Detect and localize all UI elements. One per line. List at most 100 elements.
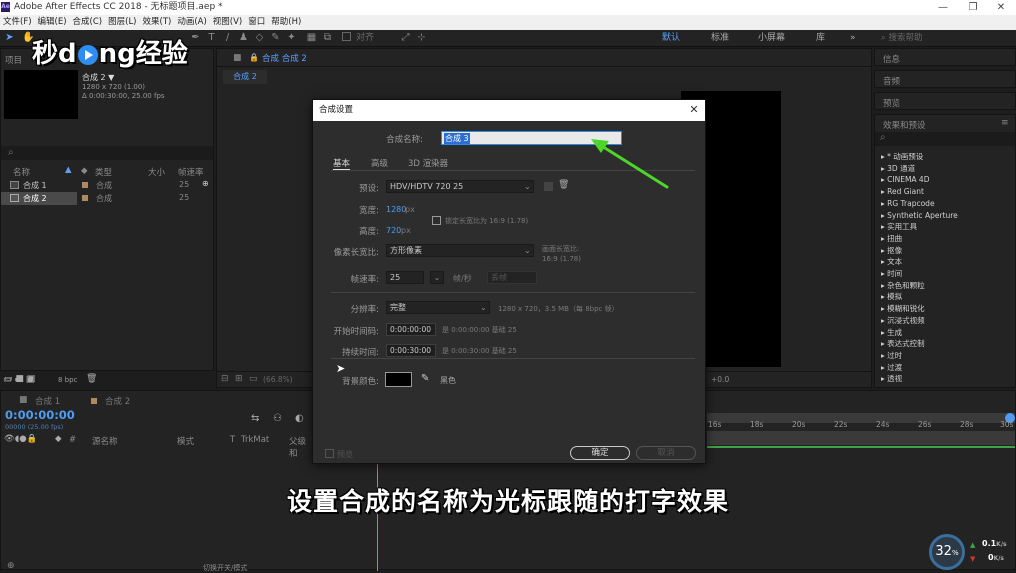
cpu-usage-gauge[interactable]: 32% xyxy=(929,534,965,570)
help-search-input[interactable]: ⌕ 搜索帮助 xyxy=(878,32,1014,45)
workspace-library[interactable]: 库 xyxy=(816,32,825,45)
zoom-dropdown[interactable]: (66.8%) xyxy=(263,375,293,384)
viewer-mask-icon[interactable]: ▭ xyxy=(249,374,258,384)
exposure-value[interactable]: +0.0 xyxy=(711,375,729,384)
delete-preset-icon[interactable]: 🗑 xyxy=(558,180,569,190)
menu-window[interactable]: 窗口 xyxy=(245,15,268,30)
av-switch-icons[interactable]: 👁◖●🔒 xyxy=(4,434,37,444)
workspace-more-button[interactable]: » xyxy=(850,32,856,45)
col-size[interactable]: 大小 xyxy=(148,166,165,178)
effects-category[interactable]: ▸ 沉浸式视频 xyxy=(881,315,925,327)
motion-blur-icon[interactable]: ◐ xyxy=(295,413,304,424)
timeline-option-icon[interactable]: ⇆ xyxy=(251,413,259,424)
snap-icon[interactable]: ⧉ xyxy=(322,32,333,43)
col-type[interactable]: 类型 xyxy=(95,166,112,178)
effects-category[interactable]: ▸ 时间 xyxy=(881,268,902,280)
resolution-dropdown[interactable]: 完整 ⌄ xyxy=(386,301,490,314)
col-source-name[interactable]: 源名称 xyxy=(92,435,118,447)
effects-category[interactable]: ▸ 3D 通道 xyxy=(881,163,915,175)
effects-category[interactable]: ▸ 扭曲 xyxy=(881,233,902,245)
menu-composition[interactable]: 合成(C) xyxy=(70,15,106,30)
audio-panel-tab[interactable]: 音频 xyxy=(883,75,900,87)
project-tab[interactable]: 项目 xyxy=(5,54,22,66)
menu-layer[interactable]: 图层(L) xyxy=(105,15,139,30)
maximize-button[interactable]: ❐ xyxy=(958,1,988,14)
comp-breadcrumb[interactable]: 合成 2 xyxy=(223,70,267,84)
menu-help[interactable]: 帮助(H) xyxy=(268,15,304,30)
preview-panel-tab[interactable]: 预览 xyxy=(883,97,900,109)
effects-category[interactable]: ▸ Red Giant xyxy=(881,186,924,198)
workspace-default[interactable]: 默认 xyxy=(662,32,680,45)
close-tab-icon[interactable]: ■ xyxy=(233,53,242,63)
number-column-icon[interactable]: # xyxy=(69,435,76,445)
comp-tab[interactable]: 合成 合成 2 xyxy=(262,52,307,64)
tab-advanced[interactable]: 高级 xyxy=(371,157,388,169)
workspace-small-screen[interactable]: 小屏幕 xyxy=(758,32,785,45)
effects-category[interactable]: ▸ 实用工具 xyxy=(881,221,917,233)
ok-button[interactable]: 确定 xyxy=(570,446,630,460)
height-value[interactable]: 720 xyxy=(386,226,401,235)
info-panel-tab[interactable]: 信息 xyxy=(883,53,900,65)
pin-tool-icon[interactable]: ✦ xyxy=(286,32,297,43)
preset-dropdown[interactable]: HDV/HDTV 720 25 ⌄ xyxy=(386,180,534,193)
col-t[interactable]: T xyxy=(230,435,235,445)
cancel-button[interactable]: 取消 xyxy=(636,446,696,460)
effects-category[interactable]: ▸ 透视 xyxy=(881,373,902,385)
effects-category[interactable]: ▸ 表达式控制 xyxy=(881,338,925,350)
flowchart-icon[interactable]: ⊕ xyxy=(202,179,209,188)
time-ruler[interactable] xyxy=(707,431,1015,445)
eyedropper-icon[interactable]: ✎ xyxy=(421,373,429,384)
project-search-input[interactable]: ⌕ xyxy=(1,146,213,160)
label-swatch[interactable] xyxy=(82,195,88,201)
align-checkbox[interactable] xyxy=(342,32,351,41)
menu-effect[interactable]: 效果(T) xyxy=(140,15,175,30)
delete-icon[interactable]: 🗑 xyxy=(86,374,97,384)
project-row[interactable]: 合成 1 合成 25 ⊕ xyxy=(1,179,213,192)
tab-basic[interactable]: 基本 xyxy=(333,157,351,170)
toggle-switches-modes[interactable]: 切换开关/模式 xyxy=(203,563,247,573)
folder-icon[interactable]: ■ xyxy=(15,374,24,384)
viewer-option-icon[interactable]: ⊟ xyxy=(221,374,229,384)
minimize-button[interactable]: — xyxy=(928,1,958,14)
selection-tool-icon[interactable]: ➤ xyxy=(4,32,15,43)
align-option2-icon[interactable]: ⊹ xyxy=(416,32,427,43)
col-name[interactable]: 名称 xyxy=(13,166,30,178)
workspace-standard[interactable]: 标准 xyxy=(711,32,729,45)
effects-category[interactable]: ▸ RG Trapcode xyxy=(881,198,935,210)
interpret-icon[interactable]: ▭ xyxy=(4,374,13,384)
stamp-tool-icon[interactable]: ♟ xyxy=(238,32,249,43)
effects-category[interactable]: ▸ 生成 xyxy=(881,327,902,339)
effects-category[interactable]: ▸ * 动画预设 xyxy=(881,151,923,163)
current-timecode[interactable]: 0:00:00:00 xyxy=(5,408,75,422)
panel-menu-icon[interactable]: ≡ xyxy=(1001,118,1009,128)
lock-icon[interactable]: 🔒 xyxy=(249,53,259,62)
effects-category[interactable]: ▸ 杂色和颗粒 xyxy=(881,280,925,292)
start-timecode-input[interactable]: 0:00:00:00 xyxy=(386,323,436,336)
col-parent[interactable]: 父级和 xyxy=(289,435,313,459)
timeline-tab[interactable]: 合成 2 xyxy=(105,395,130,407)
effects-panel-tab[interactable]: 效果和预设 xyxy=(883,119,926,131)
frame-rate-input[interactable]: 25 xyxy=(386,271,424,284)
align-option-icon[interactable]: ⤢ xyxy=(400,32,411,43)
effects-category[interactable]: ▸ 抠像 xyxy=(881,245,902,257)
col-trkmat[interactable]: TrkMat xyxy=(241,435,269,445)
brush-tool-icon[interactable]: / xyxy=(222,32,233,43)
effects-category[interactable]: ▸ 模糊和锐化 xyxy=(881,303,925,315)
draft-3d-icon[interactable]: ⚇ xyxy=(273,413,282,424)
effects-category[interactable]: ▸ 模拟 xyxy=(881,291,902,303)
label-column-icon[interactable]: ◆ xyxy=(55,434,62,444)
effects-search-input[interactable]: ⌕ xyxy=(875,132,1015,146)
save-preset-icon[interactable] xyxy=(544,182,553,191)
grid-icon[interactable]: ▦ xyxy=(306,32,317,43)
menu-file[interactable]: 文件(F) xyxy=(0,15,35,30)
label-column-icon[interactable]: ◆ xyxy=(81,166,88,176)
preview-checkbox[interactable] xyxy=(325,449,334,458)
effects-category[interactable]: ▸ 过时 xyxy=(881,350,902,362)
bpc-indicator[interactable]: 8 bpc xyxy=(58,376,77,384)
col-fps[interactable]: 帧速率 xyxy=(178,166,204,178)
menu-animation[interactable]: 动画(A) xyxy=(174,15,209,30)
effects-category[interactable]: ▸ Synthetic Aperture xyxy=(881,210,958,222)
comp-new-icon[interactable]: ▣ xyxy=(27,374,36,384)
lock-aspect-checkbox[interactable] xyxy=(432,216,441,225)
eraser-tool-icon[interactable]: ◇ xyxy=(254,32,265,43)
